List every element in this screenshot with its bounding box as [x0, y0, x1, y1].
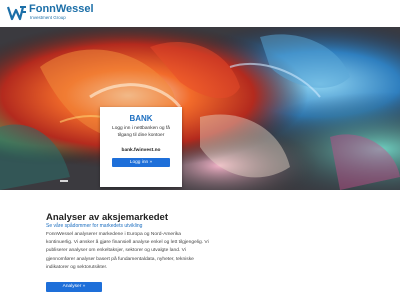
login-button[interactable]: Logg inn »: [112, 158, 170, 167]
section-body-line: kontinuerlig. Vi ønsker å gjøre finansie…: [46, 240, 209, 246]
login-card-description: Logg inn i nettbanken og få tilgang til …: [112, 126, 170, 138]
brand-name[interactable]: FonnWessel: [29, 3, 94, 15]
section-body: FonnWessel analyserer markedene i Europa…: [46, 231, 236, 272]
bank-login-card: BANK Logg inn i nettbanken og få tilgang…: [100, 107, 182, 187]
analysis-section: Analyser av aksjemarkedet Se våre spådom…: [0, 190, 400, 300]
section-subtitle: Se våre spådommer for markedets utviklin…: [46, 223, 143, 229]
section-title: Analyser av aksjemarkedet: [46, 212, 168, 223]
hero-background-image: [0, 27, 400, 190]
section-body-line: FonnWessel analyserer markedene i Europa…: [46, 232, 182, 237]
login-card-title: BANK: [129, 114, 153, 123]
section-body-line: publiserer analyser om enkeltaksjer, sek…: [46, 248, 186, 254]
logo-icon[interactable]: [7, 4, 27, 22]
section-body-line: gjennomfører analyser basert på fundamen…: [46, 256, 194, 262]
analyses-button[interactable]: Analyser »: [46, 282, 102, 292]
login-card-url: bank.fwinvest.no: [121, 148, 161, 153]
carousel-indicator[interactable]: [60, 180, 68, 182]
hero-banner: [0, 27, 400, 190]
section-body-line: indikatorer og sektorutsikter.: [46, 264, 108, 270]
brand-subtitle: Investment Group: [30, 15, 66, 20]
site-header: FonnWessel Investment Group: [0, 0, 400, 27]
